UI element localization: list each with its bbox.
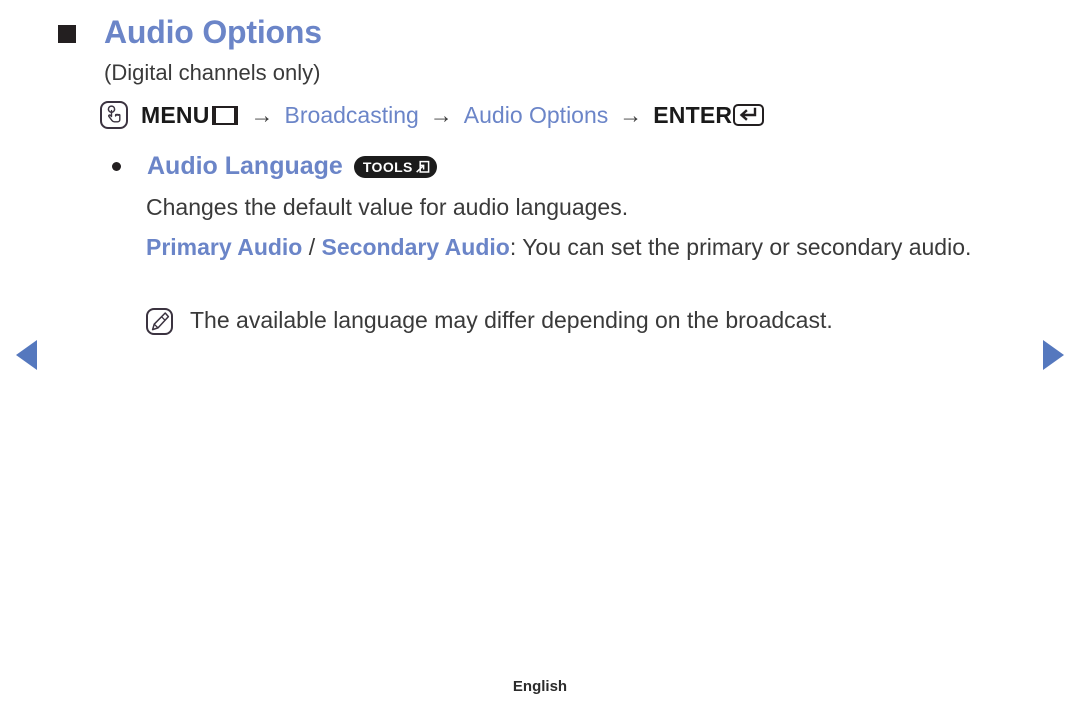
footer-language: English	[512, 678, 568, 695]
note-pencil-icon	[146, 308, 173, 335]
menu-path: MENU → Broadcasting → Audio Options → EN…	[100, 101, 765, 129]
option-label: Audio Language	[147, 152, 343, 180]
menu-label: MENU	[141, 101, 210, 128]
tools-arrow-icon	[415, 160, 430, 174]
manual-page: Audio Options (Digital channels only) ME…	[0, 0, 1080, 705]
page-heading: Audio Options	[58, 16, 322, 48]
next-page-arrow-icon[interactable]	[1043, 340, 1064, 370]
note-text: The available language may differ depend…	[190, 307, 833, 333]
term-secondary-audio: Secondary Audio	[321, 234, 510, 260]
option-description: Changes the default value for audio lang…	[146, 194, 629, 220]
page-subtitle: (Digital channels only)	[104, 60, 321, 85]
square-bullet-icon	[58, 25, 76, 43]
path-arrow-3: →	[619, 101, 643, 128]
option-row: Audio Language TOOLS	[112, 154, 437, 179]
menu-grid-icon	[211, 105, 238, 125]
path-step-broadcasting: Broadcasting	[284, 101, 419, 128]
term-primary-audio: Primary Audio	[146, 234, 303, 260]
detail-rest-text: : You can set the primary or secondary a…	[509, 234, 972, 260]
round-bullet-icon	[112, 162, 121, 171]
path-arrow-2: →	[429, 101, 453, 128]
tools-badge: TOOLS	[353, 155, 437, 178]
note-row: The available language may differ depend…	[146, 306, 833, 335]
term-separator: /	[302, 234, 322, 260]
option-detail: Primary Audio / Secondary Audio: You can…	[146, 233, 1026, 262]
page-title: Audio Options	[104, 14, 322, 50]
path-step-audio-options: Audio Options	[463, 101, 609, 128]
hand-press-button-icon	[100, 101, 128, 129]
enter-label: ENTER	[653, 101, 733, 128]
prev-page-arrow-icon[interactable]	[16, 340, 37, 370]
enter-return-icon	[733, 104, 765, 126]
path-arrow-1: →	[250, 101, 274, 128]
tools-badge-label: TOOLS	[362, 158, 413, 175]
